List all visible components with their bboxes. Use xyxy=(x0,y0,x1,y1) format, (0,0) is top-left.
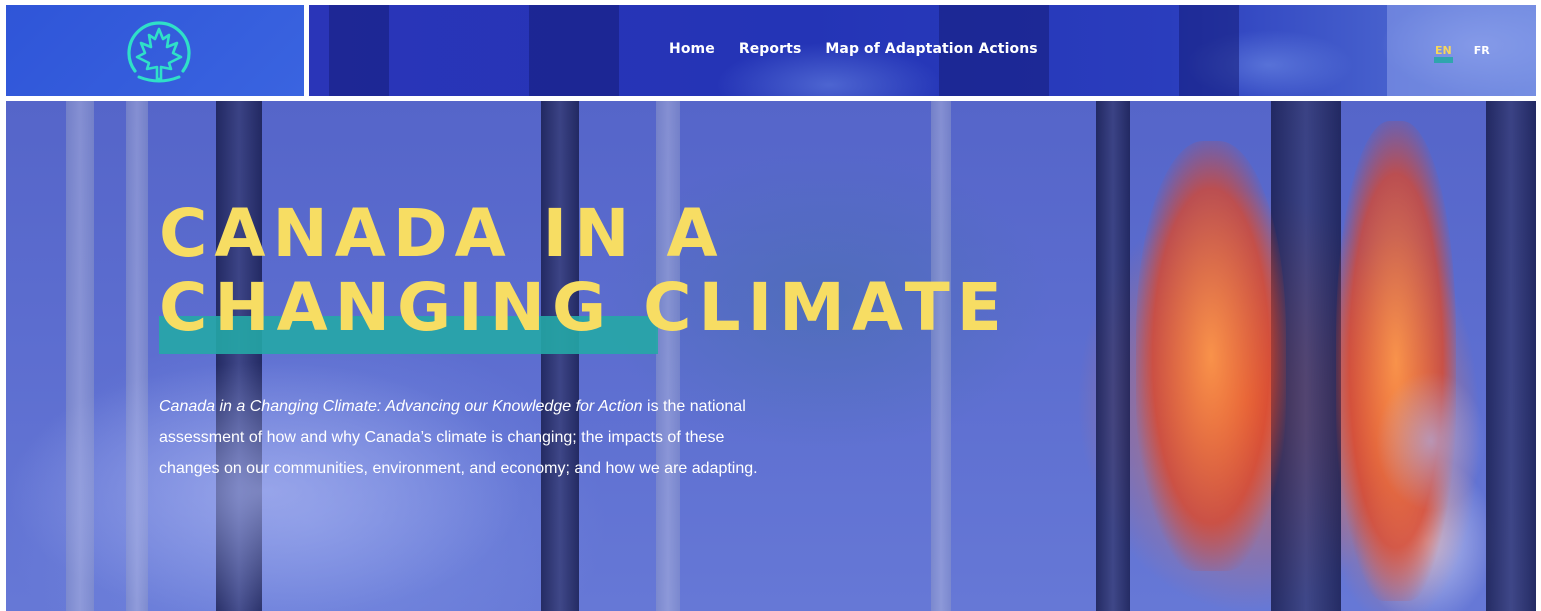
hero-title-line-2: CHANGING CLIMATE xyxy=(159,269,1009,346)
home-logo-link[interactable] xyxy=(6,5,304,96)
nav-link-map-of-adaptation-actions[interactable]: Map of Adaptation Actions xyxy=(825,41,1037,57)
logo-panel xyxy=(6,5,304,96)
main-nav: Home Reports Map of Adaptation Actions xyxy=(669,41,1038,57)
background-tree xyxy=(1179,5,1239,96)
background-tree-trunk xyxy=(541,101,579,611)
page: Home Reports Map of Adaptation Actions E… xyxy=(0,0,1541,611)
hero-description: Canada in a Changing Climate: Advancing … xyxy=(159,391,769,484)
report-title-italic: Canada in a Changing Climate: Advancing … xyxy=(159,398,643,415)
hero-banner: CANADA IN A CHANGING CLIMATE Canada in a… xyxy=(6,101,1536,611)
fire-flames xyxy=(1336,121,1456,601)
background-tree xyxy=(329,5,389,96)
nav-link-reports[interactable]: Reports xyxy=(739,41,802,57)
background-tree-trunk xyxy=(1096,101,1130,611)
background-tree-trunk xyxy=(931,101,951,611)
language-switcher: EN FR xyxy=(1434,44,1491,63)
smoke-cloud xyxy=(1376,371,1486,511)
language-fr[interactable]: FR xyxy=(1473,44,1491,57)
top-navigation-bar: Home Reports Map of Adaptation Actions E… xyxy=(309,5,1536,96)
background-tree-trunk xyxy=(1486,101,1536,611)
language-en[interactable]: EN xyxy=(1434,44,1453,63)
background-tree-trunk xyxy=(656,101,680,611)
hero-title-line-1: CANADA IN A xyxy=(159,195,725,272)
nav-link-home[interactable]: Home xyxy=(669,41,715,57)
hero-title: CANADA IN A CHANGING CLIMATE xyxy=(159,197,1009,345)
background-tree xyxy=(529,5,619,96)
maple-leaf-arc-icon xyxy=(127,21,191,83)
fire-flames xyxy=(1136,141,1286,571)
